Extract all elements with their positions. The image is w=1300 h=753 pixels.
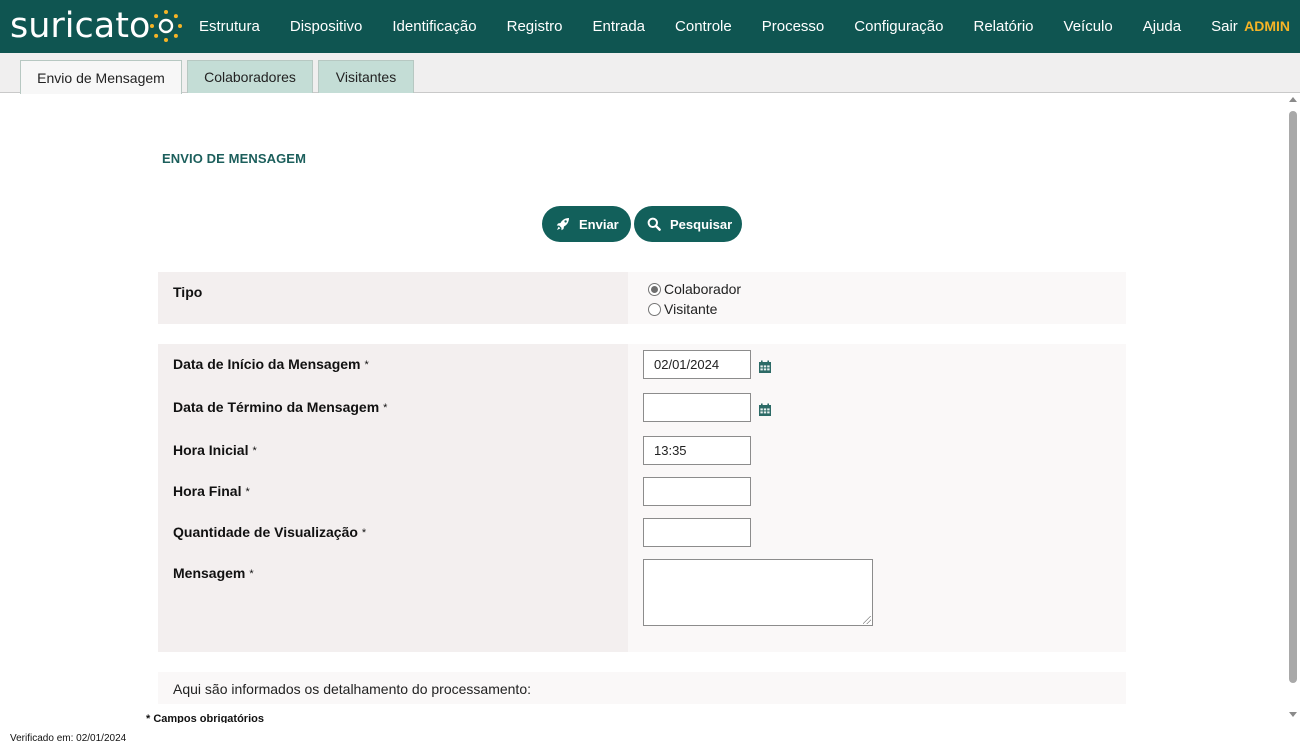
- send-button[interactable]: Enviar: [542, 206, 631, 242]
- tab-envio-de-mensagem[interactable]: Envio de Mensagem: [20, 60, 182, 94]
- nav-ajuda[interactable]: Ajuda: [1128, 0, 1196, 53]
- end-date-label: Data de Término da Mensagem *: [173, 399, 388, 415]
- top-navigation-bar: suricato Estrutura Dispositivo Identific…: [0, 0, 1300, 53]
- search-button-label: Pesquisar: [670, 216, 733, 232]
- calendar-icon[interactable]: [758, 360, 772, 374]
- end-time-input[interactable]: [643, 477, 751, 506]
- nav-relatorio[interactable]: Relatório: [959, 0, 1049, 53]
- nav-registro[interactable]: Registro: [492, 0, 578, 53]
- nav-controle[interactable]: Controle: [660, 0, 747, 53]
- processing-info-text: Aqui são informados os detalhamento do p…: [173, 681, 531, 697]
- tipo-panel: Tipo Colaborador Visitante: [158, 272, 1126, 324]
- start-date-input[interactable]: 02/01/2024: [643, 350, 751, 379]
- message-textarea[interactable]: [643, 559, 873, 626]
- start-date-label: Data de Início da Mensagem *: [173, 356, 369, 372]
- view-count-input[interactable]: [643, 518, 751, 547]
- radio-visitante-label[interactable]: Visitante: [664, 301, 717, 317]
- suricato-logo[interactable]: suricato: [10, 6, 184, 46]
- nav-identificacao[interactable]: Identificação: [377, 0, 491, 53]
- message-label: Mensagem *: [173, 565, 254, 581]
- start-time-label: Hora Inicial *: [173, 442, 257, 458]
- view-count-label: Quantidade de Visualização *: [173, 524, 367, 540]
- nav-configuracao[interactable]: Configuração: [839, 0, 958, 53]
- end-date-input[interactable]: [643, 393, 751, 422]
- message-form-panel: Data de Início da Mensagem * 02/01/2024 D…: [158, 344, 1126, 652]
- send-button-label: Enviar: [579, 216, 619, 232]
- end-time-label: Hora Final *: [173, 483, 250, 499]
- nav-entrada[interactable]: Entrada: [577, 0, 660, 53]
- radio-visitante[interactable]: Visitante: [648, 301, 717, 317]
- nav-estrutura[interactable]: Estrutura: [184, 0, 275, 53]
- user-name[interactable]: ADMIN: [1244, 0, 1290, 53]
- scroll-down-arrow-icon[interactable]: [1289, 712, 1297, 717]
- logo-text: suricato: [10, 6, 151, 46]
- tipo-label-column: [158, 272, 628, 324]
- radio-visitante-circle[interactable]: [648, 302, 661, 316]
- scroll-up-arrow-icon[interactable]: [1289, 97, 1297, 102]
- scroll-thumb[interactable]: [1289, 111, 1297, 683]
- tab-visitantes[interactable]: Visitantes: [318, 60, 414, 93]
- page-title: ENVIO DE MENSAGEM: [162, 151, 306, 166]
- resize-grip-icon[interactable]: [863, 616, 871, 624]
- processing-info-panel: Aqui são informados os detalhamento do p…: [158, 672, 1126, 704]
- calendar-icon[interactable]: [758, 403, 772, 417]
- radio-colaborador[interactable]: Colaborador: [648, 281, 741, 297]
- tipo-label: Tipo: [173, 284, 203, 300]
- main-menu: Estrutura Dispositivo Identificação Regi…: [184, 0, 1253, 53]
- logo-sun-icon: [150, 10, 183, 42]
- radio-colaborador-label[interactable]: Colaborador: [664, 281, 741, 297]
- nav-dispositivo[interactable]: Dispositivo: [275, 0, 378, 53]
- nav-veiculo[interactable]: Veículo: [1049, 0, 1128, 53]
- search-icon: [647, 217, 661, 231]
- verified-date: Verificado em: 02/01/2024: [10, 733, 127, 744]
- tab-strip: Envio de Mensagem Colaboradores Visitant…: [0, 53, 1300, 94]
- start-time-input[interactable]: 13:35: [643, 436, 751, 465]
- search-button[interactable]: Pesquisar: [634, 206, 742, 242]
- tab-colaboradores[interactable]: Colaboradores: [187, 60, 313, 93]
- rocket-icon: [556, 218, 569, 231]
- required-fields-note: * Campos obrigatórios: [146, 713, 264, 723]
- radio-colaborador-circle[interactable]: [648, 282, 661, 296]
- nav-processo[interactable]: Processo: [747, 0, 840, 53]
- vertical-scrollbar[interactable]: [1286, 93, 1300, 723]
